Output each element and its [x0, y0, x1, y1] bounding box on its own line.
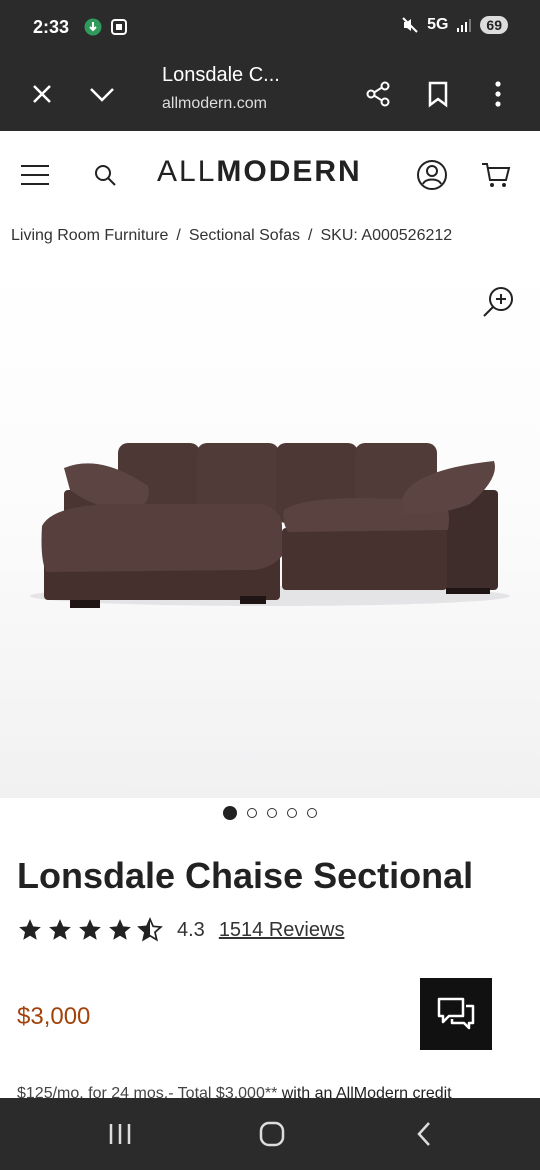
carousel-dot-1[interactable] — [223, 806, 237, 820]
more-vert-icon — [495, 81, 501, 107]
cart-button[interactable] — [476, 155, 516, 195]
site-header: ALLMODERN — [0, 131, 540, 215]
close-icon — [33, 85, 51, 103]
zoom-button[interactable] — [482, 286, 514, 318]
share-icon — [366, 81, 390, 107]
account-button[interactable] — [412, 155, 452, 195]
recent-apps-icon — [109, 1124, 131, 1144]
star-icon — [79, 919, 101, 940]
rating-row: 4.3 1514 Reviews — [17, 915, 344, 945]
signal-icon — [457, 19, 472, 32]
menu-icon — [21, 165, 49, 185]
star-icon — [19, 919, 41, 940]
home-button[interactable] — [252, 1118, 292, 1150]
breadcrumb-separator: / — [176, 227, 181, 244]
account-icon — [417, 160, 447, 190]
product-price: $3,000 — [17, 1003, 91, 1030]
mute-icon — [402, 17, 418, 33]
breadcrumb-sku: SKU: A000526212 — [320, 227, 453, 244]
reviews-link[interactable]: 1514 Reviews — [219, 919, 345, 942]
network-label: 5G — [427, 16, 449, 33]
close-tab-button[interactable] — [22, 74, 62, 114]
site-logo[interactable]: ALLMODERN — [157, 155, 362, 189]
back-button[interactable] — [404, 1118, 444, 1150]
breadcrumb: Living Room Furniture / Sectional Sofas / SK… — [11, 227, 531, 245]
bookmark-icon — [428, 81, 448, 108]
search-icon — [95, 165, 116, 186]
sofa-image — [30, 443, 510, 608]
carousel-dot-2[interactable] — [247, 808, 257, 818]
browser-page-title[interactable]: Lonsdale C... — [162, 64, 280, 87]
bookmark-button[interactable] — [418, 74, 458, 114]
system-nav-bar — [0, 1098, 540, 1170]
carousel-pagination — [0, 806, 540, 820]
status-right: 5G 69 — [401, 16, 508, 34]
carousel-dot-5[interactable] — [307, 808, 317, 818]
browser-toolbar: Lonsdale C... allmodern.com — [0, 56, 540, 131]
breadcrumb-living-room[interactable]: Living Room Furniture — [11, 227, 168, 244]
rating-value: 4.3 — [177, 918, 205, 941]
screenshot-icon — [111, 19, 127, 35]
cart-icon — [482, 163, 511, 187]
status-time: 2:33 — [33, 17, 70, 37]
chevron-down-icon — [90, 88, 114, 102]
star-icon — [49, 919, 71, 940]
back-icon — [417, 1122, 430, 1146]
product-title: Lonsdale Chaise Sectional — [17, 855, 474, 896]
star-icon — [109, 919, 131, 940]
menu-button[interactable] — [15, 155, 55, 195]
product-image-gallery[interactable] — [0, 258, 540, 798]
minimize-button[interactable] — [82, 74, 122, 114]
logo-bold: MODERN — [216, 155, 362, 188]
share-button[interactable] — [358, 74, 398, 114]
browser-url[interactable]: allmodern.com — [162, 95, 267, 113]
breadcrumb-sectional-sofas[interactable]: Sectional Sofas — [189, 227, 300, 244]
chat-button[interactable] — [420, 978, 492, 1050]
battery-indicator: 69 — [480, 16, 508, 34]
logo-light: ALL — [157, 155, 217, 188]
status-notification-icons — [83, 17, 129, 37]
zoom-in-icon — [483, 287, 513, 317]
carousel-dot-3[interactable] — [267, 808, 277, 818]
breadcrumb-separator: / — [308, 227, 313, 244]
search-button[interactable] — [85, 155, 125, 195]
carousel-dot-4[interactable] — [287, 808, 297, 818]
whatsapp-style-icon — [84, 18, 102, 36]
star-rating — [17, 917, 163, 943]
more-options-button[interactable] — [478, 74, 518, 114]
recent-apps-button[interactable] — [100, 1118, 140, 1150]
status-bar: 2:33 5G 69 — [0, 0, 540, 56]
half-star-icon — [137, 917, 163, 942]
chat-icon — [437, 997, 475, 1030]
home-icon — [259, 1121, 285, 1147]
